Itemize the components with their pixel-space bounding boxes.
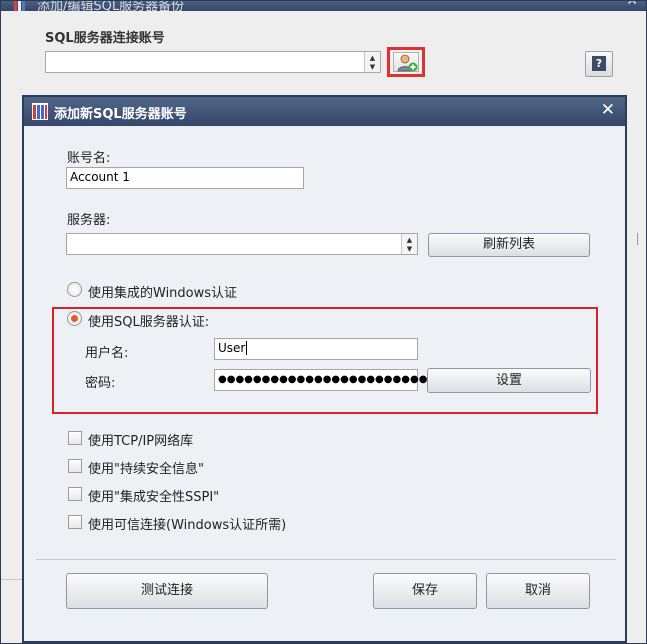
- account-name-input[interactable]: Account 1: [66, 167, 304, 189]
- add-account-button[interactable]: [387, 47, 425, 77]
- parent-window-title: 添加/编辑SQL服务器备份: [37, 1, 185, 11]
- auth-sql-radio[interactable]: [67, 311, 82, 326]
- sql-account-combo[interactable]: ▲ ▼: [45, 51, 381, 73]
- username-input[interactable]: User: [214, 338, 418, 360]
- help-button[interactable]: ?: [585, 51, 613, 77]
- account-name-label: 账号名:: [67, 151, 111, 166]
- spinner-icon[interactable]: ▲ ▼: [401, 234, 417, 254]
- option-checkbox-trusted[interactable]: [68, 515, 82, 529]
- option-checkbox-tcpip[interactable]: [68, 431, 82, 445]
- parent-titlebar: 添加/编辑SQL服务器备份 ✕: [1, 1, 646, 11]
- cancel-button[interactable]: 取消: [486, 573, 590, 609]
- close-icon[interactable]: ✕: [601, 100, 615, 120]
- refresh-list-button[interactable]: 刷新列表: [428, 233, 590, 257]
- app-icon: [14, 1, 25, 11]
- server-combo[interactable]: ▲ ▼: [66, 233, 418, 255]
- password-input[interactable]: ●●●●●●●●●●●●●●●●●●●●●●●●●: [214, 369, 436, 391]
- help-icon: ?: [592, 56, 606, 71]
- dialog-titlebar: 添加新SQL服务器账号 ✕: [24, 97, 625, 126]
- parent-scroll-mark: [637, 233, 638, 245]
- auth-windows-radio[interactable]: [67, 282, 82, 297]
- option-checkbox-sspi[interactable]: [68, 487, 82, 501]
- dialog-title: 添加新SQL服务器账号: [54, 107, 187, 122]
- auth-windows-label[interactable]: 使用集成的Windows认证: [88, 282, 237, 301]
- settings-button[interactable]: 设置: [427, 368, 591, 393]
- option-checkbox-persist-security[interactable]: [68, 459, 82, 473]
- app-icon: [32, 103, 48, 120]
- option-label-persist-security[interactable]: 使用"持续安全信息": [88, 458, 204, 477]
- option-label-sspi[interactable]: 使用"集成安全性SSPI": [88, 486, 219, 505]
- username-label: 用户名:: [85, 346, 129, 361]
- text-cursor: [246, 341, 248, 355]
- parent-divider: [1, 579, 23, 580]
- username-value: User: [218, 341, 246, 355]
- option-label-tcpip[interactable]: 使用TCP/IP网络库: [88, 430, 193, 449]
- add-sql-account-dialog: 添加新SQL服务器账号 ✕ 账号名: Account 1 服务器: ▲ ▼ 刷新列…: [22, 95, 627, 643]
- password-label: 密码:: [85, 376, 116, 391]
- sql-account-label: SQL服务器连接账号: [45, 31, 165, 46]
- save-button[interactable]: 保存: [373, 573, 477, 609]
- option-label-trusted[interactable]: 使用可信连接(Windows认证所需): [88, 514, 286, 533]
- spinner-icon[interactable]: ▲ ▼: [364, 52, 380, 72]
- server-label: 服务器:: [67, 213, 111, 228]
- test-connection-button[interactable]: 测试连接: [66, 573, 268, 609]
- auth-sql-label[interactable]: 使用SQL服务器认证:: [88, 311, 209, 330]
- dialog-divider: [36, 559, 616, 560]
- add-account-button-face: [393, 52, 419, 72]
- add-user-icon: [397, 54, 418, 72]
- parent-close-icon[interactable]: ✕: [626, 1, 638, 9]
